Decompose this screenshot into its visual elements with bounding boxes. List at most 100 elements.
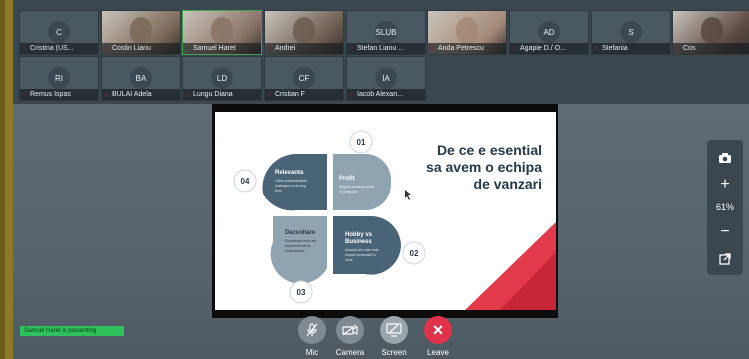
participant-name: Andrei (265, 43, 343, 54)
q4-title2: Business (345, 239, 372, 245)
participant-avatar: SLUB (375, 21, 397, 43)
participant-name: Iacob Alexan... (347, 89, 425, 100)
zoom-panel: + 61% − (707, 140, 743, 275)
participant-avatar: LD (211, 67, 233, 89)
popout-button[interactable] (713, 247, 737, 271)
participant-tile[interactable]: CF⌀Cristian F (264, 56, 344, 101)
participant-tile[interactable]: ⌀Anda Petrescu (427, 10, 507, 55)
slide-title-line2: sa avem o echipa (426, 159, 542, 175)
external-link-icon (719, 253, 731, 265)
participant-tile[interactable]: RI⌀Remus Ispas (19, 56, 99, 101)
participant-name: Anda Petrescu (428, 43, 506, 54)
participant-tile[interactable]: AD⌀Agapie D./ O... (509, 10, 589, 55)
participant-silhouette (130, 17, 152, 43)
mic-muted-icon (306, 323, 318, 337)
participant-tile[interactable]: ⌀Cos (672, 10, 749, 55)
participant-name: Stefan Lianu ... (347, 43, 425, 54)
participant-tile[interactable]: ⌀Andrei (264, 10, 344, 55)
zoom-level: 61% (715, 202, 734, 212)
badge-03-label: 03 (297, 288, 306, 297)
slide-title: De ce e esential sa avem o echipa de van… (402, 142, 542, 193)
q1-text3: term (275, 189, 282, 193)
participant-tile[interactable]: LD⌀Lungu Diana (182, 56, 262, 101)
q1-title: Relevanta (275, 170, 304, 176)
quadrant-relevanta-base (263, 194, 327, 211)
mic-button[interactable] (298, 316, 326, 344)
participant-name: Cristina (US... (20, 43, 98, 54)
participant-name: Costin Lianu (102, 43, 180, 54)
plus-icon: + (720, 176, 730, 193)
participant-tile[interactable]: SLUB⌀Stefan Lianu ... (346, 10, 426, 55)
left-rail (0, 0, 13, 359)
call-controls: Mic Camera Screen × Leave (13, 316, 749, 359)
participant-name: Cos (673, 43, 749, 54)
q3-title: Dezvoltare (285, 230, 316, 236)
participant-silhouette (456, 17, 478, 43)
shared-slide: 01 04 02 03 Relevanta Ofera sustenabilit… (215, 112, 556, 310)
leave-control[interactable]: × Leave (418, 316, 458, 357)
screen-control[interactable]: Screen (374, 316, 414, 357)
screen-button[interactable] (380, 316, 408, 344)
q2-title: Profit (339, 176, 355, 182)
q1-text1: Ofera sustenabilitate (275, 179, 307, 183)
camera-button[interactable] (336, 316, 364, 344)
minus-icon: − (720, 223, 730, 240)
screen-label: Screen (381, 348, 407, 357)
screen-share-icon (386, 323, 402, 337)
participant-avatar: C (48, 21, 70, 43)
meeting-window: C⌀Cristina (US...⌀Costin Lianu◂Samuel Ha… (0, 0, 749, 359)
participant-tile[interactable]: IA⌀Iacob Alexan... (346, 56, 426, 101)
participant-silhouette (293, 17, 315, 43)
participant-name: BULAI Adela (102, 89, 180, 100)
q4-text1: Alcatuit prin care este (345, 248, 379, 252)
participant-avatar: S (620, 21, 642, 43)
participant-tile[interactable]: S⌀Stefania (591, 10, 671, 55)
participant-silhouette (211, 17, 233, 43)
participant-name: Samuel Haret (183, 43, 261, 54)
participant-avatar: AD (538, 21, 560, 43)
participant-name: Cristian F (265, 89, 343, 100)
participant-tile[interactable]: BA⌀BULAI Adela (101, 56, 181, 101)
quadrant-hobby (333, 216, 401, 275)
zoom-in-button[interactable]: + (713, 173, 737, 197)
participant-grid: C⌀Cristina (US...⌀Costin Lianu◂Samuel Ha… (13, 0, 749, 104)
q3-text1: Finanteaza celor alt (285, 239, 316, 243)
participant-avatar: CF (293, 67, 315, 89)
participant-avatar: RI (48, 67, 70, 89)
q2-text1: Asigura sursa de profit (339, 185, 374, 189)
participant-avatar: IA (375, 67, 397, 89)
participant-tile[interactable]: C⌀Cristina (US... (19, 10, 99, 55)
participant-name: Lungu Diana (183, 89, 261, 100)
camera-snapshot-icon (719, 153, 731, 163)
q1-text2: strategica si de long (275, 184, 306, 188)
q4-text2: impact sustenabil in (345, 253, 376, 257)
q3-text3: businessului (285, 249, 304, 253)
slide-title-line3: de vanzari (473, 176, 542, 192)
badge-02-label: 02 (410, 249, 419, 258)
slide-title-line1: De ce e esential (436, 142, 542, 158)
participant-tile[interactable]: ◂Samuel Haret (182, 10, 262, 55)
leave-button[interactable]: × (424, 316, 452, 344)
participant-name: Stefania (592, 43, 670, 54)
leave-label: Leave (427, 348, 449, 357)
badge-04-label: 04 (241, 177, 250, 186)
camera-control[interactable]: Camera (330, 316, 370, 357)
participant-avatar: BA (130, 67, 152, 89)
camera-label: Camera (335, 348, 365, 357)
zoom-out-button[interactable]: − (713, 220, 737, 244)
camera-off-icon (342, 324, 358, 336)
q4-title: Hobby vs (345, 232, 373, 238)
quadrant-profit (333, 154, 392, 211)
mic-control[interactable]: Mic (292, 316, 332, 357)
participant-tile[interactable]: ⌀Costin Lianu (101, 10, 181, 55)
q2-text2: in companie (339, 190, 358, 194)
close-icon: × (432, 319, 444, 340)
snapshot-button[interactable] (713, 146, 737, 170)
participant-name: Remus Ispas (20, 89, 98, 100)
q4-text3: lume (345, 258, 353, 262)
mic-label: Mic (305, 348, 319, 357)
badge-01-label: 01 (357, 138, 366, 147)
q3-text2: departamente ai (285, 244, 311, 248)
participant-name: Agapie D./ O... (510, 43, 588, 54)
participant-silhouette (701, 17, 723, 43)
